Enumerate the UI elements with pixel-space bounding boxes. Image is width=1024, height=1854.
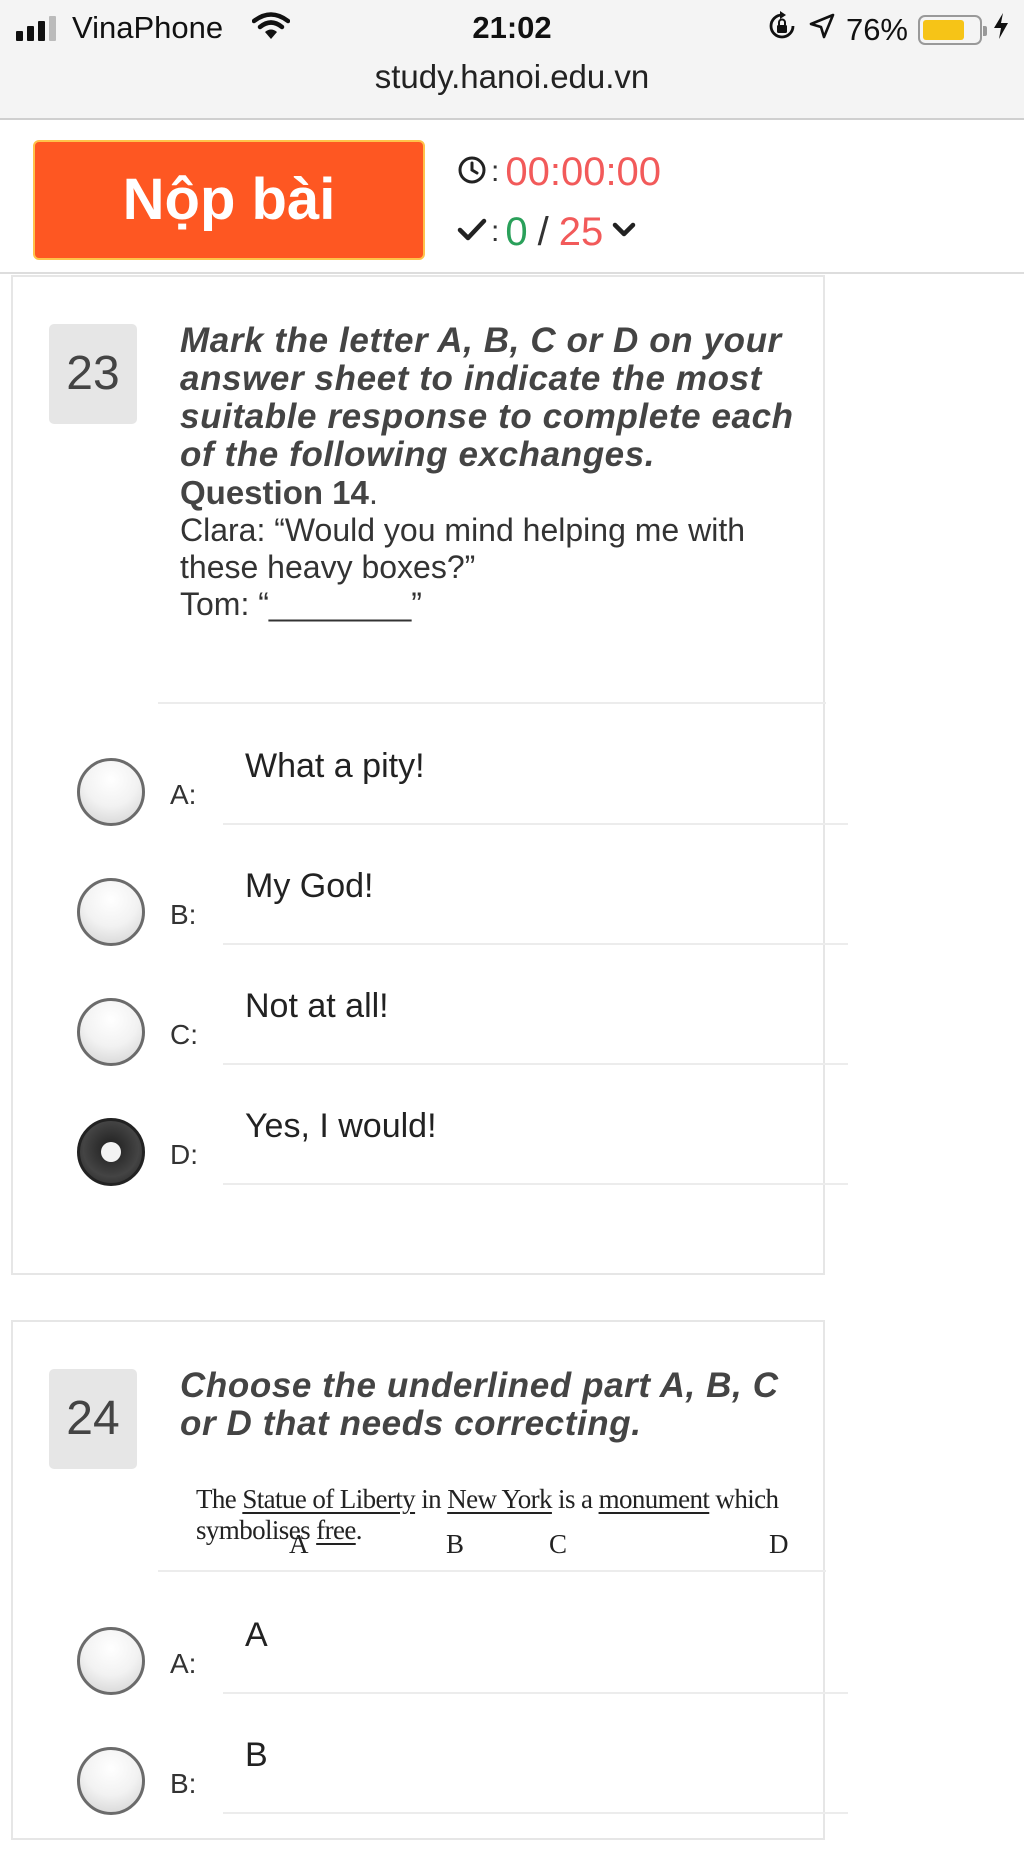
part-letter-d: D [769, 1529, 789, 1559]
divider [158, 702, 826, 704]
underlined-part-a: Statue of Liberty [242, 1484, 416, 1514]
option-text: B [245, 1736, 268, 1774]
radio-button[interactable] [77, 878, 145, 946]
option-text: What a pity! [245, 747, 425, 785]
question-number: 23 [49, 324, 137, 424]
sentence-text: The [196, 1484, 243, 1514]
option-a[interactable]: A: A [13, 1614, 848, 1734]
checkmark-icon [457, 217, 487, 248]
timer-value: 00:00:00 [505, 149, 662, 194]
option-text: Not at all! [245, 987, 389, 1025]
option-letter: B: [170, 1768, 197, 1799]
answered-count: 0 [505, 209, 528, 254]
quiz-header: Nộp bài : 00:00:00 : 0 / 25 [0, 120, 1024, 274]
radio-button[interactable] [77, 998, 145, 1066]
battery-percent: 76% [845, 12, 908, 47]
option-letter: A: [170, 1648, 197, 1679]
question-card-23: 23 Mark the letter A, B, C or D on your … [11, 275, 848, 1275]
radio-button-selected[interactable] [77, 1118, 145, 1186]
option-letter: D: [170, 1139, 198, 1170]
option-c[interactable]: C: Not at all! [13, 985, 848, 1105]
status-bar: VinaPhone 21:02 76% study.hanoi.edu.vn [0, 0, 1024, 120]
option-b[interactable]: B: My God! [13, 865, 848, 985]
progress-slash: / [537, 209, 549, 254]
address-bar-url[interactable]: study.hanoi.edu.vn [0, 58, 1024, 96]
question-label: Question 14. [180, 474, 810, 512]
option-b[interactable]: B: B [13, 1734, 848, 1854]
underlined-part-b: New York [447, 1484, 552, 1514]
total-count: 25 [558, 209, 604, 254]
battery-icon [918, 15, 987, 45]
clock-icon [457, 155, 487, 190]
part-letter-b: B [446, 1529, 465, 1559]
location-arrow-icon [808, 12, 836, 48]
radio-button[interactable] [77, 1747, 145, 1815]
question-label-text: Question 14 [180, 474, 369, 511]
chevron-down-icon [611, 220, 637, 245]
option-d[interactable]: D: Yes, I would! [13, 1105, 848, 1225]
radio-button[interactable] [77, 1627, 145, 1695]
option-divider [223, 1183, 848, 1185]
question-dialogue-line: Clara: “Would you mind helping me with t… [180, 512, 745, 585]
charging-bolt-icon [992, 12, 1010, 48]
option-divider [223, 823, 848, 825]
progress-dropdown[interactable]: : 0 / 25 [457, 206, 637, 258]
part-letter-a: A [289, 1529, 309, 1559]
option-divider [223, 1063, 848, 1065]
question-blank-line: Tom: “________” [180, 586, 422, 622]
divider [158, 1570, 826, 1572]
question-label-suffix: . [368, 474, 379, 511]
question-number: 24 [49, 1369, 137, 1469]
question-card-24: 24 Choose the underlined part A, B, C or… [11, 1320, 848, 1840]
option-divider [223, 1812, 848, 1814]
submit-button[interactable]: Nộp bài [33, 140, 425, 260]
timer: : 00:00:00 [457, 148, 661, 196]
option-letter: B: [170, 899, 197, 930]
option-text: A [245, 1616, 268, 1654]
sentence-text: is a [551, 1484, 599, 1514]
option-letter: A: [170, 779, 197, 810]
option-a[interactable]: A: What a pity! [13, 745, 848, 865]
option-divider [223, 1692, 848, 1694]
question-instruction: Choose the underlined part A, B, C or D … [180, 1366, 779, 1443]
progress-colon: : [491, 215, 500, 248]
option-text: Yes, I would! [245, 1107, 437, 1145]
orientation-lock-icon [766, 10, 798, 50]
option-divider [223, 943, 848, 945]
radio-button[interactable] [77, 758, 145, 826]
part-letter-c: C [549, 1529, 568, 1559]
underlined-part-c: monument [598, 1484, 710, 1514]
timer-colon: : [491, 155, 500, 188]
sentence-part-letters: A B C D [196, 1529, 796, 1565]
sentence-text: in [415, 1484, 448, 1514]
option-letter: C: [170, 1019, 198, 1050]
question-instruction: Mark the letter A, B, C or D on your ans… [180, 321, 794, 474]
option-text: My God! [245, 867, 374, 905]
